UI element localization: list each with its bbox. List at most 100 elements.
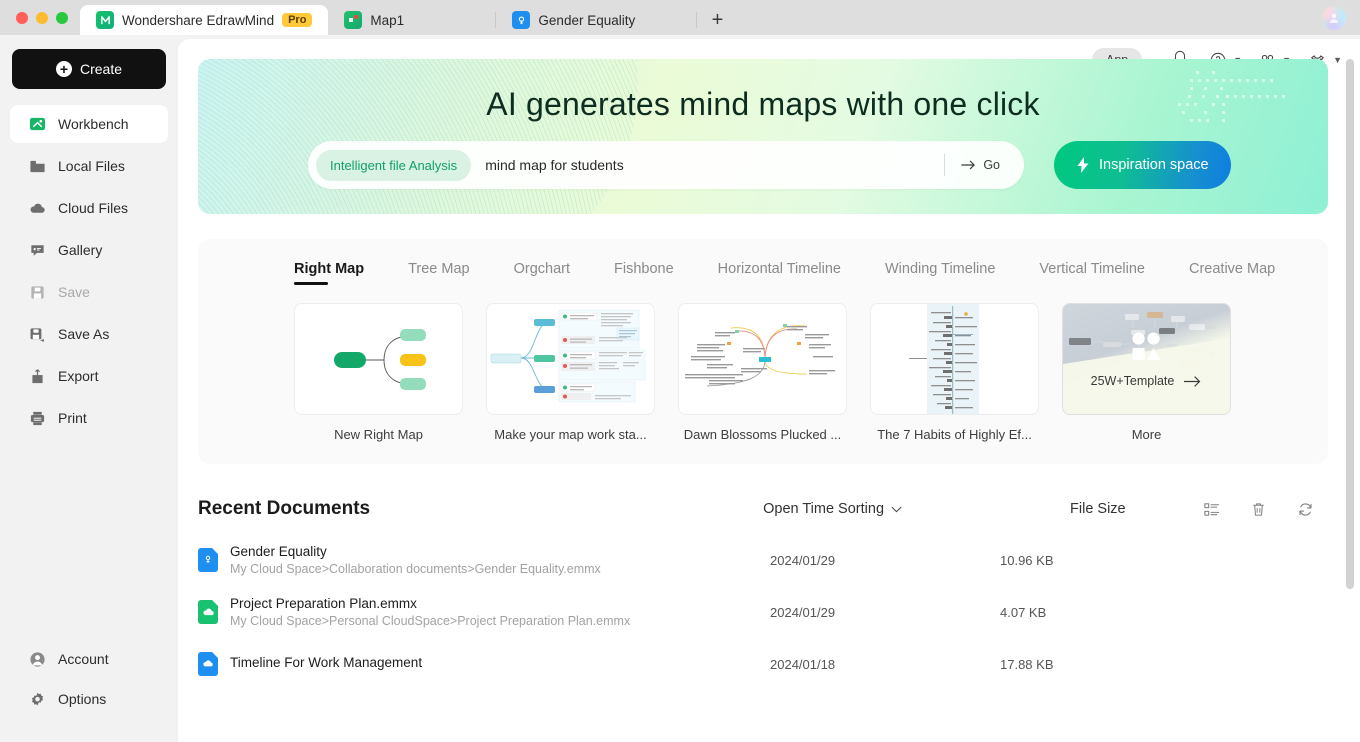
table-row[interactable]: Gender Equality My Cloud Space>Collabora… bbox=[198, 534, 1328, 586]
dense-map-preview-icon bbox=[685, 324, 835, 387]
list-view-icon[interactable] bbox=[1203, 501, 1220, 518]
template-card-new-right-map[interactable]: New Right Map bbox=[294, 303, 463, 442]
intelligent-file-analysis-chip[interactable]: Intelligent file Analysis bbox=[316, 149, 472, 181]
print-icon bbox=[28, 409, 46, 427]
edrawmind-icon bbox=[96, 11, 114, 29]
template-tab-tree-map[interactable]: Tree Map bbox=[408, 257, 470, 285]
sidebar-item-label: Account bbox=[58, 651, 109, 667]
template-name: Dawn Blossoms Plucked ... bbox=[683, 427, 842, 442]
sidebar-item-label: Cloud Files bbox=[58, 200, 129, 216]
workbench-icon bbox=[28, 115, 46, 133]
sidebar-item-options[interactable]: Options bbox=[10, 680, 168, 718]
template-tab-winding-timeline[interactable]: Winding Timeline bbox=[885, 257, 995, 285]
template-tab-vertical-timeline[interactable]: Vertical Timeline bbox=[1039, 257, 1145, 285]
cloud-file-icon bbox=[198, 548, 218, 572]
window-controls[interactable] bbox=[0, 12, 80, 35]
timeline-map-preview-icon bbox=[909, 304, 979, 414]
tab-edrawmind[interactable]: Wondershare EdrawMind Pro bbox=[80, 5, 329, 35]
templates-card: Right Map Tree Map Orgchart Fishbone Hor… bbox=[198, 239, 1328, 464]
template-name: New Right Map bbox=[334, 427, 423, 442]
sort-label: Open Time Sorting bbox=[763, 501, 885, 517]
right-map-preview-icon bbox=[334, 329, 426, 390]
template-card-dense-map[interactable]: Dawn Blossoms Plucked ... bbox=[678, 303, 847, 442]
banner-decor-rings bbox=[198, 59, 638, 214]
sidebar-item-print[interactable]: Print bbox=[10, 399, 168, 437]
cloud-file-icon bbox=[198, 600, 218, 624]
template-card-detailed-map[interactable]: Make your map work sta... bbox=[486, 303, 655, 442]
sidebar-item-label: Options bbox=[58, 691, 107, 707]
refresh-icon[interactable] bbox=[1297, 501, 1314, 518]
scrollbar-thumb[interactable] bbox=[1346, 59, 1354, 589]
template-tab-orgchart[interactable]: Orgchart bbox=[514, 257, 570, 285]
map-pin-icon bbox=[344, 11, 363, 29]
detailed-map-preview-icon bbox=[490, 309, 646, 403]
document-info: Gender Equality My Cloud Space>Collabora… bbox=[230, 544, 770, 576]
sidebar-item-cloud-files[interactable]: Cloud Files bbox=[10, 189, 168, 227]
cloud-icon bbox=[28, 199, 46, 217]
cloud-file-icon bbox=[198, 652, 218, 676]
template-card-timeline-map[interactable]: The 7 Habits of Highly Ef... bbox=[870, 303, 1039, 442]
main-scrollbar[interactable] bbox=[1346, 59, 1354, 725]
tab-gender-equality[interactable]: Gender Equality bbox=[496, 5, 696, 35]
template-name: The 7 Habits of Highly Ef... bbox=[877, 427, 1032, 442]
document-name: Gender Equality bbox=[230, 544, 327, 559]
document-size: 10.96 KB bbox=[1000, 552, 1054, 568]
document-info: Timeline For Work Management bbox=[230, 655, 770, 673]
go-button[interactable]: Go bbox=[945, 158, 1018, 172]
sidebar-item-save[interactable]: Save bbox=[10, 273, 168, 311]
ai-search-box[interactable]: Intelligent file Analysis Go bbox=[308, 141, 1024, 189]
recent-documents-header: Recent Documents Open Time Sorting File … bbox=[198, 498, 1328, 520]
ai-prompt-input[interactable] bbox=[471, 157, 945, 173]
template-name: Make your map work sta... bbox=[494, 427, 647, 442]
banner-title: AI generates mind maps with one click bbox=[486, 86, 1040, 122]
sidebar-item-label: Workbench bbox=[58, 116, 129, 132]
minimize-window-button[interactable] bbox=[36, 12, 48, 24]
file-size-column-header: File Size bbox=[1070, 501, 1126, 517]
document-size: 4.07 KB bbox=[1000, 604, 1047, 620]
tab-label: Gender Equality bbox=[538, 12, 636, 28]
template-grid: New Right Map Make your map work sta... … bbox=[198, 285, 1328, 442]
table-row[interactable]: Project Preparation Plan.emmx My Cloud S… bbox=[198, 586, 1328, 638]
tab-label: Wondershare EdrawMind bbox=[122, 12, 275, 28]
document-info: Project Preparation Plan.emmx My Cloud S… bbox=[230, 596, 770, 628]
document-icon bbox=[512, 11, 531, 29]
account-icon bbox=[28, 650, 46, 668]
close-window-button[interactable] bbox=[16, 12, 28, 24]
gear-icon bbox=[28, 690, 46, 708]
sidebar-item-local-files[interactable]: Local Files bbox=[10, 147, 168, 185]
sidebar-item-gallery[interactable]: Gallery bbox=[10, 231, 168, 269]
template-tab-horizontal-timeline[interactable]: Horizontal Timeline bbox=[718, 257, 841, 285]
sidebar: + Create Workbench Local Files Cloud Fil… bbox=[0, 35, 178, 742]
tab-label: Map1 bbox=[370, 12, 405, 28]
table-row[interactable]: Timeline For Work Management 2024/01/18 … bbox=[198, 638, 1328, 690]
open-time-sorting-dropdown[interactable]: Open Time Sorting bbox=[763, 501, 902, 517]
pro-badge: Pro bbox=[282, 13, 313, 27]
template-tab-fishbone[interactable]: Fishbone bbox=[614, 257, 674, 285]
window-titlebar: Wondershare EdrawMind Pro Map1 Gender Eq… bbox=[0, 0, 1360, 35]
arrow-right-icon bbox=[1184, 375, 1201, 387]
sidebar-item-export[interactable]: Export bbox=[10, 357, 168, 395]
document-path: My Cloud Space>Personal CloudSpace>Proje… bbox=[230, 614, 631, 628]
create-button[interactable]: + Create bbox=[12, 49, 166, 89]
tab-map1[interactable]: Map1 bbox=[328, 5, 495, 35]
page-title: Recent Documents bbox=[198, 498, 371, 519]
template-tab-creative-map[interactable]: Creative Map bbox=[1189, 257, 1275, 285]
sidebar-item-account[interactable]: Account bbox=[10, 640, 168, 678]
user-avatar[interactable] bbox=[1322, 6, 1346, 30]
inspiration-space-button[interactable]: Inspiration space bbox=[1054, 141, 1231, 189]
sidebar-item-label: Print bbox=[58, 410, 87, 426]
template-thumbnail-more: 25W+Template bbox=[1062, 303, 1231, 415]
maximize-window-button[interactable] bbox=[56, 12, 68, 24]
people-icon bbox=[1063, 332, 1230, 362]
chevron-down-icon: ▼ bbox=[1333, 55, 1342, 65]
new-tab-button[interactable]: + bbox=[697, 5, 737, 35]
template-thumbnail bbox=[870, 303, 1039, 415]
document-date: 2024/01/29 bbox=[770, 604, 836, 620]
sidebar-item-save-as[interactable]: Save As bbox=[10, 315, 168, 353]
template-card-more[interactable]: 25W+Template More bbox=[1062, 303, 1231, 442]
document-date: 2024/01/29 bbox=[770, 552, 836, 568]
template-tab-right-map[interactable]: Right Map bbox=[294, 257, 364, 285]
sidebar-item-workbench[interactable]: Workbench bbox=[10, 105, 168, 143]
trash-icon[interactable] bbox=[1250, 501, 1267, 518]
create-button-label: Create bbox=[79, 61, 123, 77]
